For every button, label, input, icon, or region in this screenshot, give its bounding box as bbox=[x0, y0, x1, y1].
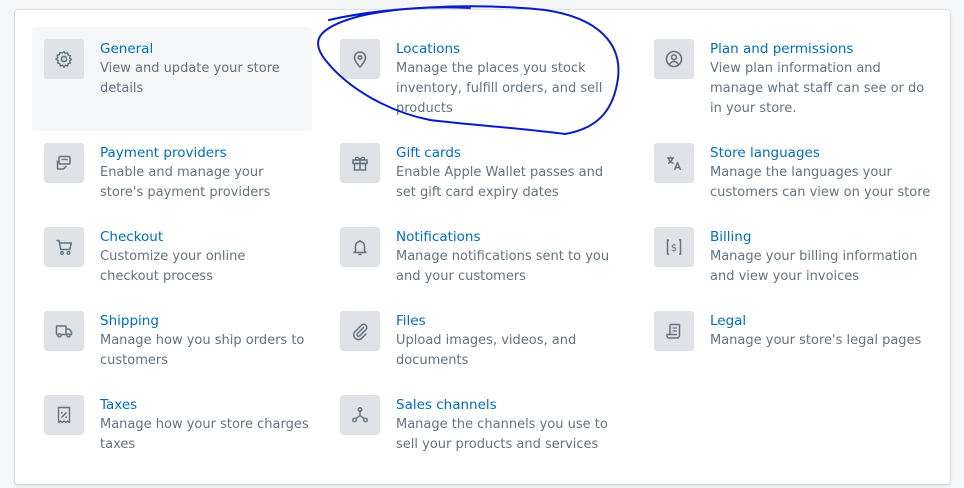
settings-item-payment-providers[interactable]: Payment providers Enable and manage your… bbox=[32, 131, 312, 215]
settings-item-title: Gift cards bbox=[396, 145, 461, 161]
settings-item-store-languages[interactable]: Store languages Manage the languages you… bbox=[642, 131, 938, 215]
settings-item-plan-permissions[interactable]: Plan and permissions View plan informati… bbox=[642, 27, 938, 131]
gift-icon bbox=[340, 143, 380, 183]
settings-item-gift-cards[interactable]: Gift cards Enable Apple Wallet passes an… bbox=[328, 131, 624, 215]
settings-item-description: Manage your store's legal pages bbox=[710, 333, 922, 348]
settings-item-title: Locations bbox=[396, 41, 461, 57]
settings-item-description: View plan information and manage what st… bbox=[710, 61, 925, 116]
paperclip-icon bbox=[340, 311, 380, 351]
settings-item-notifications[interactable]: Notifications Manage notifications sent … bbox=[328, 215, 624, 299]
settings-item-description: Manage the places you stock inventory, f… bbox=[396, 61, 603, 116]
settings-item-locations[interactable]: Locations Manage the places you stock in… bbox=[328, 27, 624, 131]
settings-item-title: Files bbox=[396, 313, 426, 329]
settings-item-billing[interactable]: $ Billing Manage your billing informatio… bbox=[642, 215, 938, 299]
settings-item-title: Taxes bbox=[100, 397, 138, 413]
billing-icon: $ bbox=[654, 227, 694, 267]
legal-icon bbox=[654, 311, 694, 351]
settings-item-title: Legal bbox=[710, 313, 747, 329]
settings-item-sales-channels[interactable]: Sales channels Manage the channels you u… bbox=[328, 383, 624, 467]
settings-item-title: Sales channels bbox=[396, 397, 497, 413]
settings-item-description: Enable Apple Wallet passes and set gift … bbox=[396, 165, 604, 200]
settings-item-description: Manage how your store charges taxes bbox=[100, 417, 309, 452]
settings-item-title: Store languages bbox=[710, 145, 820, 161]
sales-channels-icon bbox=[340, 395, 380, 435]
svg-text:$: $ bbox=[671, 243, 677, 254]
settings-item-description: Manage the channels you use to sell your… bbox=[396, 417, 608, 452]
truck-icon bbox=[44, 311, 84, 351]
settings-item-checkout[interactable]: Checkout Customize your online checkout … bbox=[32, 215, 312, 299]
settings-item-files[interactable]: Files Upload images, videos, and documen… bbox=[328, 299, 624, 383]
payment-icon bbox=[44, 143, 84, 183]
settings-item-description: Upload images, videos, and documents bbox=[396, 333, 577, 368]
user-circle-icon bbox=[654, 39, 694, 79]
settings-item-legal[interactable]: Legal Manage your store's legal pages bbox=[642, 299, 938, 383]
settings-item-description: Manage how you ship orders to customers bbox=[100, 333, 305, 368]
settings-item-title: Payment providers bbox=[100, 145, 227, 161]
gear-icon bbox=[44, 39, 84, 79]
cart-icon bbox=[44, 227, 84, 267]
settings-item-title: Plan and permissions bbox=[710, 41, 854, 57]
settings-item-title: Checkout bbox=[100, 229, 164, 245]
settings-item-title: General bbox=[100, 41, 154, 57]
settings-item-taxes[interactable]: Taxes Manage how your store charges taxe… bbox=[32, 383, 312, 467]
settings-item-description: Manage your billing information and view… bbox=[710, 249, 918, 284]
settings-item-title: Billing bbox=[710, 229, 752, 245]
location-pin-icon bbox=[340, 39, 380, 79]
settings-card: General View and update your store detai… bbox=[15, 10, 950, 484]
bell-icon bbox=[340, 227, 380, 267]
settings-item-description: Manage the languages your customers can … bbox=[710, 165, 931, 200]
translate-icon bbox=[654, 143, 694, 183]
settings-item-description: Enable and manage your store's payment p… bbox=[100, 165, 271, 200]
settings-item-shipping[interactable]: Shipping Manage how you ship orders to c… bbox=[32, 299, 312, 383]
settings-item-title: Notifications bbox=[396, 229, 481, 245]
settings-item-title: Shipping bbox=[100, 313, 159, 329]
settings-item-general[interactable]: General View and update your store detai… bbox=[32, 27, 312, 131]
settings-item-description: Manage notifications sent to you and you… bbox=[396, 249, 610, 284]
tax-icon bbox=[44, 395, 84, 435]
settings-item-description: View and update your store details bbox=[100, 61, 280, 96]
settings-item-description: Customize your online checkout process bbox=[100, 249, 246, 284]
